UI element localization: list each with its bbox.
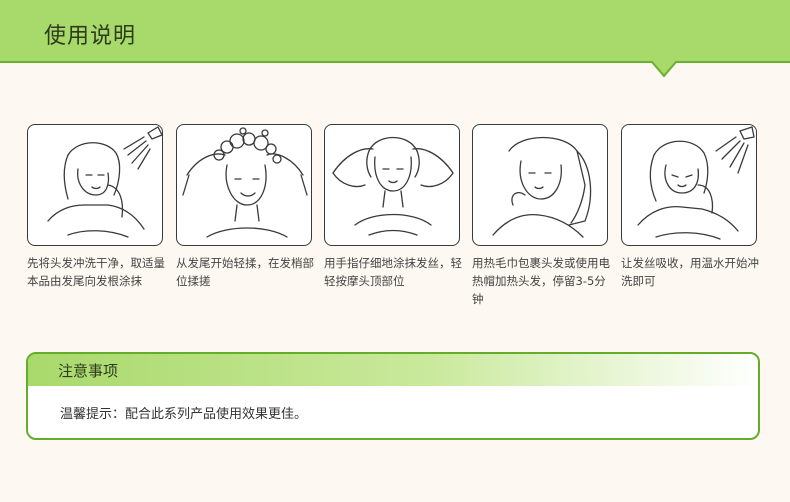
step-4-illustration	[472, 124, 608, 246]
step-4-text: 用热毛巾包裹头发或使用电热帽加热头发，停留3-5分钟	[472, 256, 610, 306]
steps-row: 先将头发冲洗干净，取适量本品由发尾向发根涂抹 从发尾开始轻揉，在发梢部位揉搓 用…	[0, 0, 790, 320]
step-3-text: 用手指仔细地涂抹发丝，轻轻按摩头顶部位	[324, 256, 462, 288]
notice-title-bar: 注意事项	[28, 354, 758, 386]
step-5-text: 让发丝吸收，用温水开始冲洗即可	[621, 256, 759, 288]
notice-title: 注意事项	[58, 362, 119, 380]
notice-text: 温馨提示：配合此系列产品使用效果更佳。	[60, 407, 308, 422]
step-2-text: 从发尾开始轻揉，在发梢部位揉搓	[176, 256, 314, 288]
step-5-illustration	[621, 124, 757, 246]
step-1-text: 先将头发冲洗干净，取适量本品由发尾向发根涂抹	[27, 256, 165, 288]
step-2-illustration	[176, 124, 312, 246]
step-3-illustration	[324, 124, 460, 246]
notice-box: 注意事项 温馨提示：配合此系列产品使用效果更佳。	[26, 352, 760, 440]
step-1-illustration	[27, 124, 163, 246]
